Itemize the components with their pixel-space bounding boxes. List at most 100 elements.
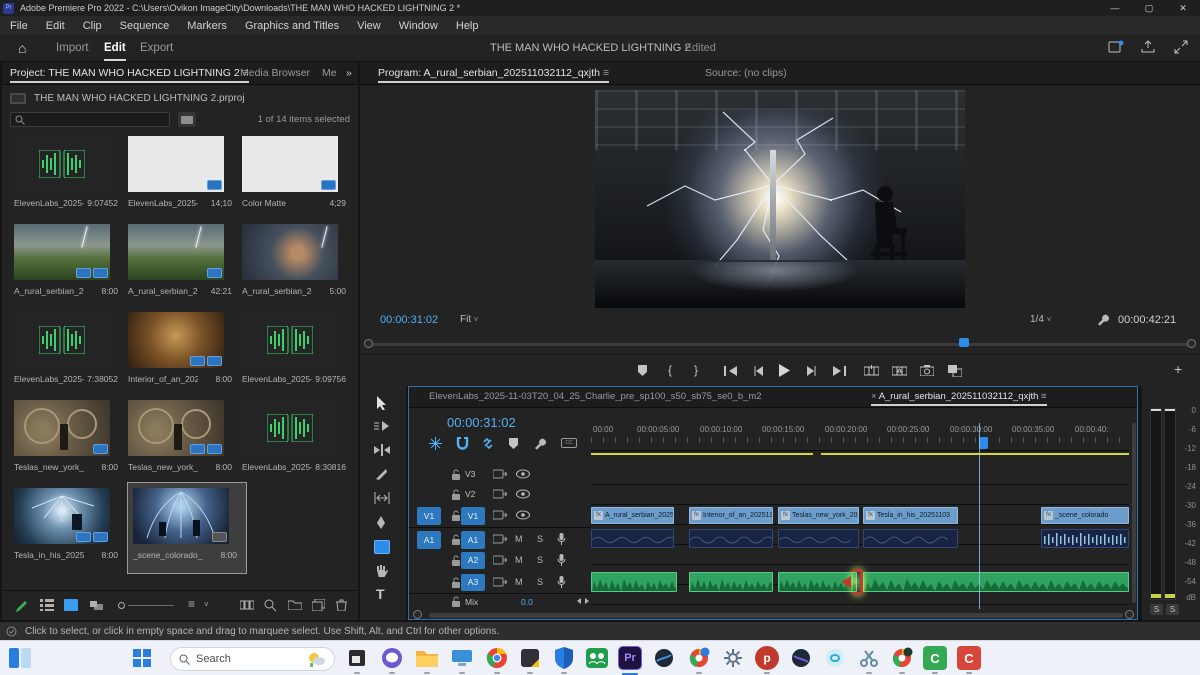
widgets-icon[interactable]	[8, 646, 32, 670]
linked-selection-icon[interactable]	[481, 437, 495, 450]
rectangle-tool-active[interactable]	[374, 540, 390, 554]
sync-lock-icon[interactable]	[493, 469, 507, 479]
timeline-horizontal-scrollbar[interactable]	[429, 613, 1123, 618]
project-item-selected[interactable]: _scene_colorado_2025..8:00	[133, 488, 241, 568]
extract-icon[interactable]	[892, 365, 907, 377]
minimize-button[interactable]: —	[1098, 0, 1132, 16]
new-bin-icon[interactable]	[288, 599, 302, 610]
project-filename[interactable]: THE MAN WHO HACKED LIGHTNING 2.prproj	[34, 93, 245, 104]
timeline-playhead-line[interactable]	[979, 423, 980, 609]
tab-import[interactable]: Import	[56, 42, 89, 54]
hand-tool[interactable]	[374, 564, 388, 577]
taskbar-camtasia-icon[interactable]: C	[923, 646, 947, 670]
timeline-ruler[interactable]: 00:00 00:00:05:00 00:00:10:00 00:00:15:0…	[591, 411, 1129, 451]
go-to-out-icon[interactable]	[832, 366, 846, 376]
tab-media-browser[interactable]: Media Browser	[240, 67, 310, 79]
taskbar-chrome-dark-icon[interactable]	[890, 646, 914, 670]
lock-icon[interactable]	[451, 596, 461, 607]
step-back-icon[interactable]	[754, 366, 764, 376]
menu-sequence[interactable]: Sequence	[120, 20, 170, 32]
go-to-in-icon[interactable]	[724, 366, 738, 376]
timeline-clip-video[interactable]: A_rural_serbian_20251	[591, 507, 674, 524]
mark-in-icon[interactable]: {	[668, 363, 672, 377]
timeline-clip-video[interactable]: _scene_colorado	[1041, 507, 1129, 524]
tab-sequence-active[interactable]: × A_rural_serbian_202511032112_qxjth ≡	[871, 391, 1047, 402]
voiceover-mic-icon[interactable]	[557, 533, 566, 545]
track-name-a3[interactable]: A3	[461, 574, 485, 591]
find-icon[interactable]	[264, 599, 277, 612]
project-item[interactable]: Interior_of_an_202511..8:00	[128, 312, 236, 392]
sync-lock-icon[interactable]	[493, 555, 507, 565]
timeline-clip-audio[interactable]	[689, 529, 773, 548]
timeline-clip-music[interactable]	[591, 572, 677, 592]
zoom-slider-track[interactable]	[128, 605, 174, 606]
audio-clip-thumbnail[interactable]	[242, 312, 338, 368]
tab-program[interactable]: Program: A_rural_serbian_202511032112_qx…	[378, 67, 609, 79]
timeline-clip-audio[interactable]	[863, 529, 958, 548]
taskbar-pc-icon[interactable]	[450, 646, 474, 670]
taskbar-chat-icon[interactable]	[380, 646, 404, 670]
project-item[interactable]: A_rural_serbian_2025..5:00	[242, 224, 350, 304]
project-item[interactable]: ElevenLabs_2025-..8:30816	[242, 400, 350, 480]
audio-clip-thumbnail[interactable]	[14, 312, 110, 368]
trim-out-bracket[interactable]	[853, 569, 863, 595]
list-view-icon[interactable]	[40, 599, 54, 611]
start-button[interactable]	[130, 646, 154, 670]
menu-markers[interactable]: Markers	[187, 20, 227, 32]
solo-left-button[interactable]: S	[1150, 604, 1163, 615]
taskbar-chrome-icon[interactable]	[485, 646, 509, 670]
audio-clip-thumbnail[interactable]	[14, 136, 110, 192]
nest-icon[interactable]	[429, 437, 442, 450]
pen-tool[interactable]	[375, 516, 387, 529]
sync-lock-icon[interactable]	[493, 577, 507, 587]
track-output-eye-icon[interactable]	[516, 510, 530, 520]
clip-thumbnail[interactable]	[14, 400, 110, 456]
taskbar-people-icon[interactable]	[585, 646, 609, 670]
captions-icon[interactable]: CC	[561, 438, 577, 448]
taskbar-task-view-icon[interactable]	[345, 646, 369, 670]
scrubber-right-handle[interactable]	[1187, 339, 1196, 348]
clip-thumbnail[interactable]	[242, 136, 338, 192]
source-patch-a1[interactable]: A1	[417, 531, 441, 549]
menu-view[interactable]: View	[357, 20, 381, 32]
program-playhead[interactable]	[959, 338, 969, 347]
solo-button[interactable]: S	[537, 534, 543, 544]
video-preview[interactable]	[595, 90, 965, 308]
tab-metadata[interactable]: Me	[322, 67, 337, 79]
timeline-clip-music[interactable]	[863, 572, 1129, 592]
track-output-eye-icon[interactable]	[516, 469, 530, 479]
writable-pen-icon[interactable]	[14, 598, 30, 614]
share-icon[interactable]	[1140, 40, 1156, 54]
clip-thumbnail[interactable]	[14, 488, 110, 544]
menu-window[interactable]: Window	[399, 20, 438, 32]
taskbar-snip-icon[interactable]	[857, 646, 881, 670]
panel-menu-icon[interactable]: ≡	[1041, 391, 1047, 402]
taskbar-chrome-profile-icon[interactable]	[687, 646, 711, 670]
lock-icon[interactable]	[451, 489, 461, 500]
sync-lock-icon[interactable]	[493, 489, 507, 499]
project-item[interactable]: Color Matte4;29	[242, 136, 350, 216]
lock-icon[interactable]	[451, 469, 461, 480]
project-item[interactable]: ElevenLabs_2025-11-..14;10	[128, 136, 236, 216]
maximize-button[interactable]: ▢	[1132, 0, 1166, 16]
solo-button[interactable]: S	[537, 577, 543, 587]
clip-thumbnail[interactable]	[128, 136, 224, 192]
taskbar-p-app-icon[interactable]: p	[755, 646, 779, 670]
taskbar-defender-icon[interactable]	[552, 646, 576, 670]
freeform-view-icon[interactable]	[90, 599, 106, 611]
taskbar-sphere-icon[interactable]	[652, 646, 676, 670]
audio-clip-thumbnail[interactable]	[242, 400, 338, 456]
project-item[interactable]: Tesla_in_his_2025110..8:00	[14, 488, 122, 568]
more-panels-icon[interactable]: »	[346, 67, 352, 79]
taskbar-settings-icon[interactable]	[721, 646, 745, 670]
taskbar-c-app-icon[interactable]: C	[957, 646, 981, 670]
track-name-v1[interactable]: V1	[461, 507, 485, 525]
snap-magnet-icon[interactable]	[456, 437, 469, 450]
sync-lock-icon[interactable]	[493, 534, 507, 544]
scrubber-left-handle[interactable]	[364, 339, 373, 348]
project-item[interactable]: A_rural_serbian_2025..8:00	[14, 224, 122, 304]
track-name-a1[interactable]: A1	[461, 531, 485, 549]
search-input[interactable]	[10, 112, 170, 127]
lock-icon[interactable]	[451, 577, 461, 588]
lift-icon[interactable]	[864, 365, 879, 377]
